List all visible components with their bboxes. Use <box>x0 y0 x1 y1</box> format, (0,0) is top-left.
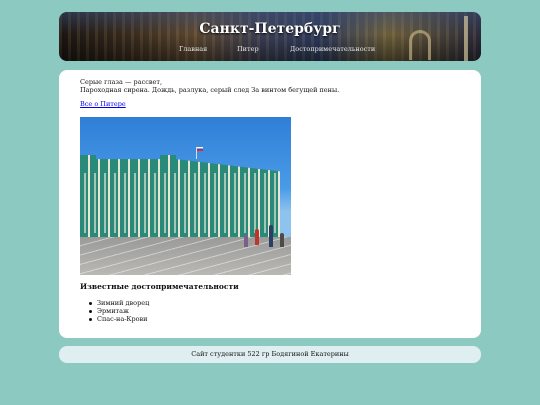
palace-square <box>80 237 291 275</box>
flag-icon <box>197 147 203 151</box>
site-title: Санкт-Петербург <box>199 21 341 37</box>
person-figure <box>280 233 284 247</box>
sights-list: Зимний дворец Эрмитаж Спас-на-Крови <box>89 299 149 323</box>
palace-windows <box>80 173 280 233</box>
header-banner: Санкт-Петербург Главная Питер Достоприме… <box>59 12 481 61</box>
list-item: Спас-на-Крови <box>89 315 149 323</box>
intro-line-1: Серые глаза — рассвет, <box>80 78 163 86</box>
nav-item-home[interactable]: Главная <box>179 45 207 53</box>
winter-palace-photo <box>80 117 291 275</box>
main-nav: Главная Питер Достопримечательности <box>59 45 481 59</box>
intro-text: Серые глаза — рассвет, Пароходная сирена… <box>80 78 339 94</box>
about-piter-link[interactable]: Все о Питере <box>80 100 126 108</box>
person-figure <box>269 225 273 247</box>
intro-line-2: Пароходная сирена. Дождь, разлука, серый… <box>80 86 340 94</box>
sights-heading: Известные достопримечательности <box>80 282 239 291</box>
main-content: Серые глаза — рассвет, Пароходная сирена… <box>59 70 481 338</box>
nav-item-piter[interactable]: Питер <box>237 45 259 53</box>
footer: Сайт студентки 522 гр Бодягиной Екатерин… <box>59 346 481 363</box>
list-item: Зимний дворец <box>89 299 149 307</box>
person-figure <box>244 235 248 247</box>
footer-text: Сайт студентки 522 гр Бодягиной Екатерин… <box>191 350 349 358</box>
person-figure <box>255 229 259 245</box>
list-item: Эрмитаж <box>89 307 149 315</box>
nav-item-sights[interactable]: Достопримечательности <box>290 45 375 53</box>
